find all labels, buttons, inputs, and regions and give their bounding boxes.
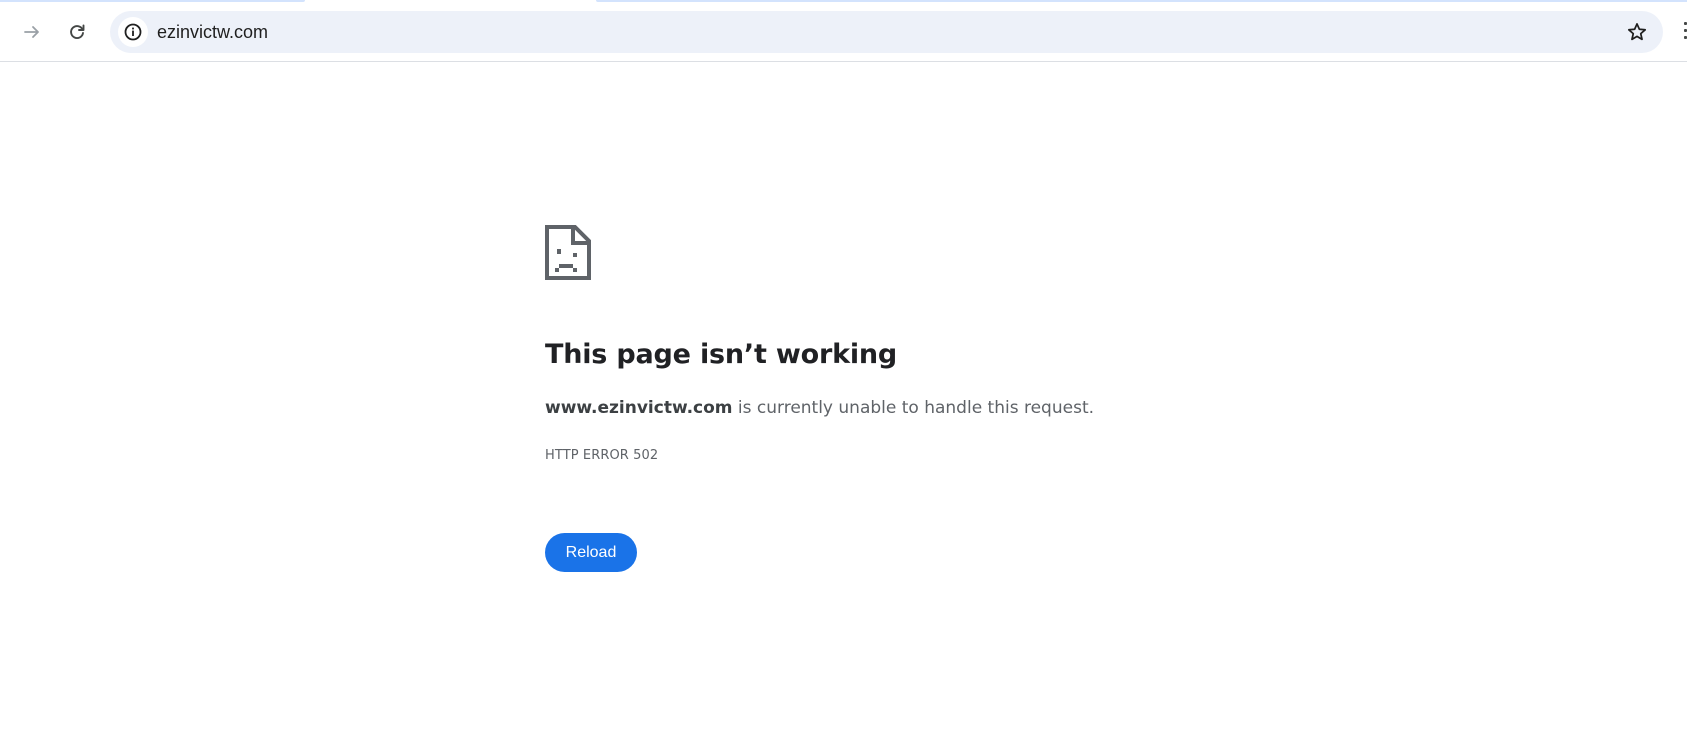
site-info-button[interactable]: [118, 17, 148, 47]
reload-toolbar-button[interactable]: [59, 14, 95, 50]
tab-edge-right: [596, 0, 1687, 2]
url-text[interactable]: ezinvictw.com: [157, 22, 268, 42]
error-message: www.ezinvictw.com is currently unable to…: [545, 398, 1094, 418]
reload-button[interactable]: Reload: [545, 533, 637, 572]
address-bar[interactable]: ezinvictw.com: [110, 11, 1663, 53]
info-icon: [124, 23, 142, 41]
tab-strip-edge: [0, 0, 1687, 2]
error-host: www.ezinvictw.com: [545, 398, 733, 418]
error-code: HTTP ERROR 502: [545, 448, 659, 463]
reload-icon: [70, 24, 85, 39]
bookmark-button[interactable]: [1623, 18, 1651, 46]
tab-edge-left: [0, 0, 305, 2]
browser-menu-button[interactable]: [1682, 22, 1687, 42]
arrow-right-icon: [24, 26, 39, 38]
error-message-text: is currently unable to handle this reque…: [732, 398, 1095, 418]
browser-toolbar: ezinvictw.com: [0, 0, 1687, 62]
page-title: This page isn’t working: [545, 339, 898, 370]
forward-button[interactable]: [14, 14, 50, 50]
star-icon: [1627, 23, 1647, 41]
sad-page-icon: [545, 225, 591, 280]
